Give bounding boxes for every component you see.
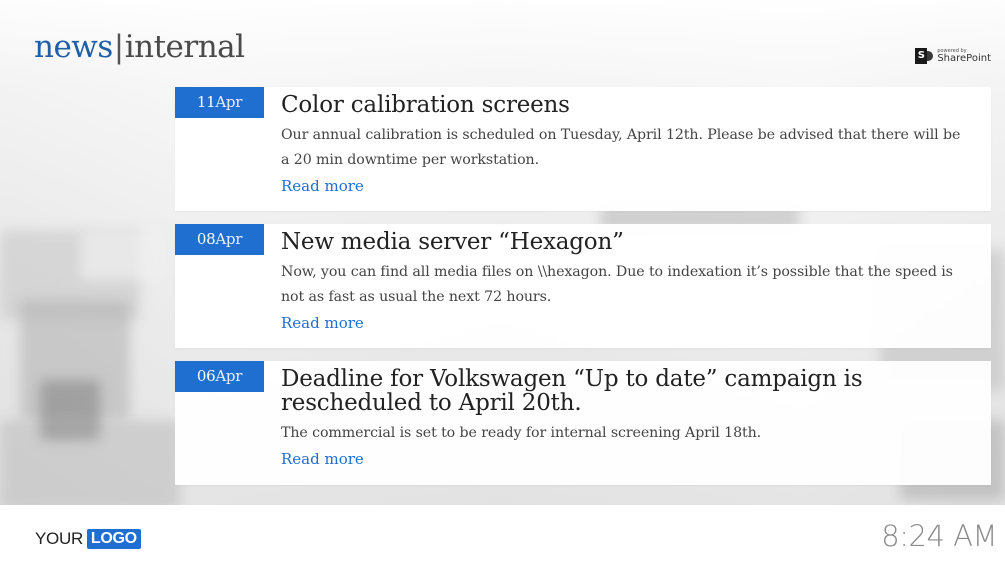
news-summary: Our annual calibration is scheduled on T…	[281, 127, 961, 168]
footer: YOUR LOGO 8:24 AM	[0, 505, 1005, 573]
company-logo: YOUR LOGO	[35, 529, 141, 549]
logo-box: LOGO	[86, 529, 141, 549]
brand-news: news	[34, 29, 113, 65]
news-title: New media server “Hexagon”	[281, 229, 624, 255]
news-title: Color calibration screens	[281, 92, 570, 118]
date-day: 08	[196, 230, 216, 248]
news-screen: news|internal S powered by SharePoint 11…	[0, 0, 1005, 573]
powered-by-sharepoint: S powered by SharePoint	[915, 48, 991, 64]
read-more-link[interactable]: Read more	[281, 448, 364, 470]
sharepoint-icon: S	[915, 48, 934, 64]
clock: 8:24 AM	[881, 519, 997, 553]
read-more-link[interactable]: Read more	[281, 312, 364, 334]
logo-your: YOUR	[35, 529, 83, 548]
date-month: Apr	[215, 367, 243, 385]
news-summary: The commercial is set to be ready for in…	[281, 425, 762, 441]
news-item: 11Apr Color calibration screens Our annu…	[175, 87, 991, 211]
news-item: 06Apr Deadline for Volkswagen “Up to dat…	[175, 361, 991, 485]
news-title: Deadline for Volkswagen “Up to date” cam…	[281, 366, 863, 416]
date-month: Apr	[215, 93, 243, 111]
date-badge: 08Apr	[175, 224, 264, 255]
page-title: news|internal	[34, 27, 245, 67]
date-day: 11	[196, 93, 216, 111]
news-item: 08Apr New media server “Hexagon” Now, yo…	[175, 224, 991, 348]
date-badge: 06Apr	[175, 361, 264, 392]
news-summary: Now, you can find all media files on \\h…	[281, 264, 953, 305]
header: news|internal S powered by SharePoint	[0, 0, 1005, 80]
date-day: 06	[196, 367, 216, 385]
date-badge: 11Apr	[175, 87, 264, 118]
sharepoint-label: SharePoint	[937, 52, 991, 64]
brand-internal: internal	[124, 29, 245, 65]
date-month: Apr	[215, 230, 243, 248]
read-more-link[interactable]: Read more	[281, 175, 364, 197]
brand-separator: |	[113, 29, 124, 65]
